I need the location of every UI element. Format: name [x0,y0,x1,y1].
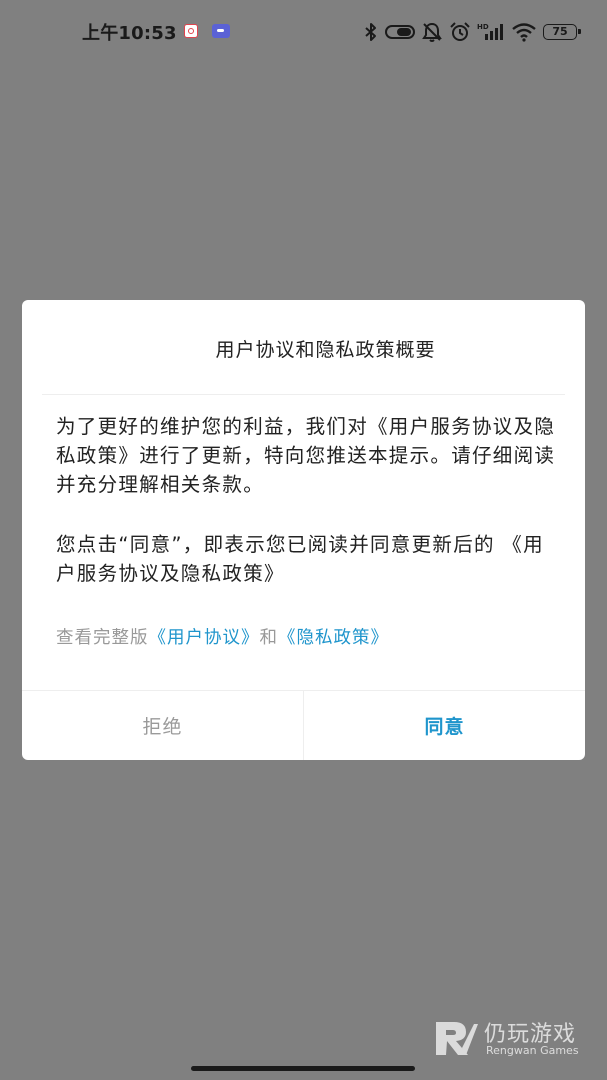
links-prefix: 查看完整版 [56,628,149,648]
svg-text:HD: HD [477,23,489,31]
vibrate-icon [385,25,415,39]
battery-icon: 75 [543,24,581,40]
user-agreement-link[interactable]: 《用户协议》 [149,628,260,648]
bluetooth-icon [365,23,376,41]
dialog-paragraph-update-notice: 为了更好的维护您的利益，我们对《用户服务协议及隐私政策》进行了更新，特向您推送本… [56,415,556,496]
agree-button[interactable]: 同意 [304,691,585,760]
rengwan-watermark: 仍玩游戏 Rengwan Games [432,1016,592,1060]
home-indicator[interactable] [191,1066,415,1071]
status-time: 上午10:53 [82,23,177,44]
wifi-icon [512,23,536,42]
title-divider [42,394,565,395]
privacy-agreement-dialog: 用户协议和隐私政策概要 为了更好的维护您的利益，我们对《用户服务协议及隐私政策》… [22,300,585,760]
status-bar: 上午10:53 HD 75 [0,0,607,62]
hd-signal-icon: HD [477,23,503,40]
status-icons: HD 75 [363,20,581,44]
reject-button[interactable]: 拒绝 [22,691,303,760]
netease-app-icon [184,24,198,38]
dialog-paragraph-consent: 您点击“同意”，即表示您已阅读并同意更新后的 《用户服务协议及隐私政策》 [56,533,544,585]
watermark-name-en: Rengwan Games [486,1044,579,1057]
dialog-title: 用户协议和隐私政策概要 [215,339,436,361]
mute-icon [422,22,442,42]
rengwan-logo-icon [436,1022,478,1055]
app-notification-icon [212,24,230,38]
links-connector: 和 [259,628,278,648]
agreement-links: 查看完整版《用户协议》和《隐私政策》 [56,624,556,649]
privacy-policy-link[interactable]: 《隐私政策》 [278,628,389,648]
alarm-icon [450,22,470,41]
